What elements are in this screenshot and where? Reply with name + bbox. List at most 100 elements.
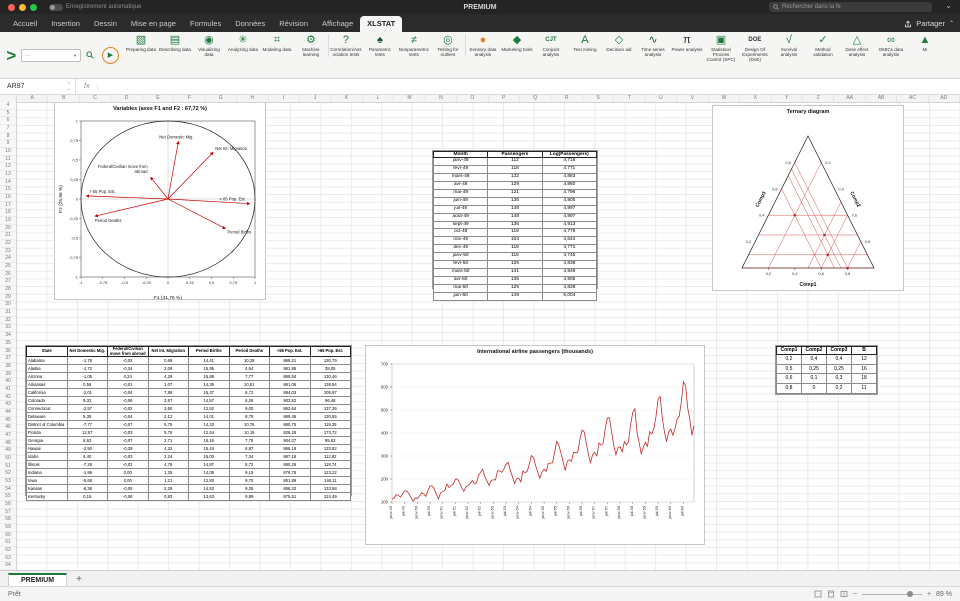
tool-method-validation[interactable]: ✓Method validation [806,34,840,58]
airline-passengers-chart[interactable]: International airline passengers (thousa… [365,345,705,545]
row-header-34[interactable]: 34 [0,332,16,340]
normal-view-icon[interactable] [814,590,822,598]
column-header-j[interactable]: J [300,94,331,102]
tool-parametric-tests[interactable]: ♠Parametric tests [363,34,397,58]
column-header-u[interactable]: U [646,94,677,102]
column-header-r[interactable]: R [551,94,582,102]
ribbon-search-button[interactable] [84,49,97,62]
column-header-n[interactable]: N [426,94,457,102]
row-header-21[interactable]: 21 [0,232,16,240]
page-layout-view-icon[interactable] [827,590,835,598]
tab-accueil[interactable]: Accueil [6,16,44,32]
tool-survival-analysis[interactable]: √Survival analysis [772,34,806,58]
sheet-grid[interactable]: Variables (axes F1 and F2 : 67,72 %) -1-… [16,102,960,570]
share-button[interactable]: Partager ⌃ [904,19,954,32]
row-header-12[interactable]: 12 [0,163,16,171]
tab-donn-es[interactable]: Données [228,16,272,32]
row-header-43[interactable]: 43 [0,401,16,409]
column-header-aa[interactable]: AA [834,94,865,102]
tool-nonparametric-tests[interactable]: ≠Nonparametric tests [397,34,431,58]
tab-affichage[interactable]: Affichage [315,16,360,32]
row-header-6[interactable]: 6 [0,117,16,125]
column-header-d[interactable]: D [111,94,142,102]
tool-analyzing-data[interactable]: ✳Analyzing data [226,34,260,52]
column-header-c[interactable]: C [80,94,111,102]
row-header-4[interactable]: 4 [0,102,16,110]
tool-marketing-tools[interactable]: ◆Marketing tools [500,34,534,52]
row-header-50[interactable]: 50 [0,455,16,463]
row-header-64[interactable]: 64 [0,562,16,570]
row-header-60[interactable]: 60 [0,532,16,540]
name-box[interactable]: AR87 ⌃⌄ [0,79,76,94]
zoom-slider[interactable] [862,594,922,595]
column-header-a[interactable]: A [17,94,48,102]
tool-design-of-experiments-doe[interactable]: DOEDesign Of Experiments (DoE) [738,34,772,63]
tool-dose-effect-analysis[interactable]: △Dose effect analysis [840,34,874,58]
row-header-16[interactable]: 16 [0,194,16,202]
row-header-19[interactable]: 19 [0,217,16,225]
tool-preparing-data[interactable]: ▧Preparing data [124,34,158,52]
column-header-o[interactable]: O [457,94,488,102]
column-header-z[interactable]: Z [803,94,834,102]
run-analysis-button[interactable]: ▶ [102,47,119,64]
states-table[interactable]: StateNet Domestic Mig.Federal/Civilian m… [25,345,352,496]
row-header-39[interactable]: 39 [0,371,16,379]
tab-formules[interactable]: Formules [183,16,228,32]
tool-modeling-data[interactable]: ⌗Modeling data [260,34,294,52]
column-header-s[interactable]: S [583,94,614,102]
row-header-5[interactable]: 5 [0,110,16,118]
zoom-out-icon[interactable]: − [853,591,857,598]
row-header-57[interactable]: 57 [0,509,16,517]
zoom-slider-knob[interactable] [907,591,913,597]
row-header-49[interactable]: 49 [0,447,16,455]
tab-mise-en-page[interactable]: Mise en page [124,16,183,32]
row-header-10[interactable]: 10 [0,148,16,156]
column-header-g[interactable]: G [206,94,237,102]
pca-variables-chart[interactable]: Variables (axes F1 and F2 : 67,72 %) -1-… [54,102,266,300]
row-header-56[interactable]: 56 [0,501,16,509]
row-header-38[interactable]: 38 [0,363,16,371]
zoom-in-icon[interactable]: + [927,591,931,598]
row-header-47[interactable]: 47 [0,432,16,440]
row-header-26[interactable]: 26 [0,271,16,279]
row-header-15[interactable]: 15 [0,186,16,194]
row-header-59[interactable]: 59 [0,524,16,532]
autosave-toggle[interactable]: Enregistrement automatique [49,4,141,11]
row-header-22[interactable]: 22 [0,240,16,248]
tab-xlstat[interactable]: XLSTAT [360,16,402,32]
titlebar-menu-caret-icon[interactable]: ⌄ [945,1,952,10]
row-header-45[interactable]: 45 [0,417,16,425]
row-header-46[interactable]: 46 [0,424,16,432]
row-header-36[interactable]: 36 [0,348,16,356]
tool-time-series-analysis[interactable]: ∿Time series analysis [636,34,670,58]
row-header-7[interactable]: 7 [0,125,16,133]
row-header-53[interactable]: 53 [0,478,16,486]
row-header-41[interactable]: 41 [0,386,16,394]
minimize-window-button[interactable] [19,4,26,11]
tool-machine-learning[interactable]: ⚙Machine learning [294,34,329,58]
column-header-ac[interactable]: AC [897,94,928,102]
row-header-54[interactable]: 54 [0,486,16,494]
row-header-44[interactable]: 44 [0,409,16,417]
tool-statistical-process-control-spc[interactable]: ▣Statistical Process Control (SPC) [704,34,738,63]
passengers-table[interactable]: MonthPassengersLog(Passengers)janv-49112… [432,150,598,289]
column-header-f[interactable]: F [174,94,205,102]
select-all-corner[interactable] [0,94,17,102]
row-header-13[interactable]: 13 [0,171,16,179]
ternary-diagram-chart[interactable]: Ternary diagram 0,20,20,20,40,40,40,60,6… [712,105,904,291]
row-header-40[interactable]: 40 [0,378,16,386]
zoom-window-button[interactable] [30,4,37,11]
row-header-23[interactable]: 23 [0,248,16,256]
tool-correlation-association-tests[interactable]: ?Correlation/Association tests [329,34,363,58]
tool-visualizing-data[interactable]: ◉Visualizing data [192,34,226,58]
column-header-k[interactable]: K [331,94,362,102]
column-header-y[interactable]: Y [772,94,803,102]
tool-omics-data-analysis[interactable]: ∞OMICs data analysis [874,34,908,58]
row-header-18[interactable]: 18 [0,209,16,217]
row-header-35[interactable]: 35 [0,340,16,348]
column-header-p[interactable]: P [489,94,520,102]
column-header-b[interactable]: B [48,94,79,102]
titlebar-search[interactable]: Rechercher dans la fe [769,2,932,12]
tool-text-mining[interactable]: AText mining [568,34,602,52]
column-header-m[interactable]: M [394,94,425,102]
